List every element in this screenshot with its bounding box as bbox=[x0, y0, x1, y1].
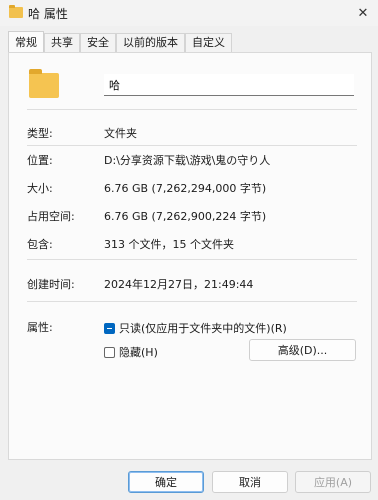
size-on-disk-value: 6.76 GB (7,262,900,224 字节) bbox=[104, 210, 267, 223]
window-title: 哈 属性 bbox=[28, 7, 68, 21]
tab-bar: 常规 共享 安全 以前的版本 自定义 bbox=[8, 31, 232, 53]
hidden-checkbox-box[interactable] bbox=[104, 346, 115, 358]
readonly-checkbox-indeterminate-icon[interactable] bbox=[104, 322, 115, 334]
contains-label: 包含: bbox=[27, 238, 53, 251]
hidden-checkbox[interactable]: 隐藏(H) bbox=[104, 344, 158, 360]
divider bbox=[27, 259, 357, 260]
advanced-button[interactable]: 高级(D)... bbox=[249, 339, 356, 361]
cancel-button[interactable]: 取消 bbox=[212, 471, 288, 493]
location-label: 位置: bbox=[27, 154, 53, 167]
type-label: 类型: bbox=[27, 127, 53, 140]
folder-large-icon bbox=[29, 69, 59, 98]
divider bbox=[27, 109, 357, 110]
attributes-label: 属性: bbox=[27, 321, 53, 334]
divider bbox=[27, 301, 357, 302]
size-on-disk-label: 占用空间: bbox=[27, 210, 75, 223]
apply-button[interactable]: 应用(A) bbox=[295, 471, 371, 493]
title-bar: 哈 属性 ✕ bbox=[0, 0, 378, 26]
tab-sharing[interactable]: 共享 bbox=[44, 33, 80, 52]
general-panel: 类型: 文件夹 位置: D:\分享资源下载\游戏\鬼の守り人 大小: 6.76 … bbox=[8, 52, 372, 460]
contains-value: 313 个文件，15 个文件夹 bbox=[104, 238, 234, 251]
readonly-checkbox-label: 只读(仅应用于文件夹中的文件)(R) bbox=[119, 322, 287, 335]
tab-general[interactable]: 常规 bbox=[8, 31, 44, 53]
size-value: 6.76 GB (7,262,294,000 字节) bbox=[104, 182, 267, 195]
folder-name-input[interactable] bbox=[104, 74, 354, 96]
divider bbox=[27, 145, 357, 146]
ok-button[interactable]: 确定 bbox=[128, 471, 204, 493]
tab-previous-versions[interactable]: 以前的版本 bbox=[116, 33, 185, 52]
type-value: 文件夹 bbox=[104, 127, 137, 140]
created-label: 创建时间: bbox=[27, 278, 75, 291]
close-button[interactable]: ✕ bbox=[348, 0, 378, 26]
size-label: 大小: bbox=[27, 182, 53, 195]
tab-customize[interactable]: 自定义 bbox=[185, 33, 232, 52]
folder-icon bbox=[9, 5, 23, 18]
created-value: 2024年12月27日，21:49:44 bbox=[104, 278, 254, 291]
hidden-checkbox-label: 隐藏(H) bbox=[119, 346, 158, 359]
readonly-checkbox[interactable]: 只读(仅应用于文件夹中的文件)(R) bbox=[104, 320, 287, 336]
tab-security[interactable]: 安全 bbox=[80, 33, 116, 52]
location-value: D:\分享资源下载\游戏\鬼の守り人 bbox=[104, 154, 271, 167]
